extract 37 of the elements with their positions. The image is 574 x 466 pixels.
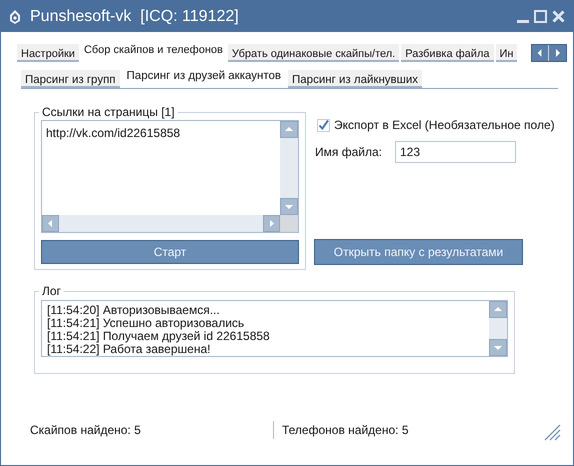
scroll-right-icon[interactable]: [549, 45, 566, 61]
maximize-icon[interactable]: [534, 10, 547, 23]
link-text: http://vk.com/id22615858: [45, 125, 182, 142]
log-line: [11:54:22] Работа завершена!: [47, 343, 212, 356]
log-line: [11:54:20] Авторизовываемся...: [47, 304, 221, 317]
group-title: Лог: [41, 283, 62, 300]
vertical-scrollbar[interactable]: [280, 121, 298, 215]
tab[interactable]: Парсинг из групп: [21, 70, 120, 88]
scroll-left-icon[interactable]: [532, 45, 549, 61]
resize-grip-icon[interactable]: [544, 424, 561, 441]
close-icon[interactable]: [552, 10, 565, 23]
window-title: Punshesoft-vk [ICQ: 119122]: [30, 6, 239, 26]
app-logo-icon: [7, 8, 23, 24]
group-title: Ссылки на страницы [1]: [41, 104, 176, 121]
status-text: Скайпов найдено: 5: [30, 422, 142, 438]
tab[interactable]: Убрать одинаковые скайпы/тел.: [228, 44, 400, 62]
scroll-up-icon[interactable]: [489, 301, 507, 318]
scrollbar-corner: [280, 214, 298, 232]
scroll-down-icon[interactable]: [280, 198, 298, 215]
tab[interactable]: Парсинг из лайкнувших: [288, 70, 422, 88]
scroll-up-icon[interactable]: [280, 121, 298, 138]
checkbox[interactable]: [317, 118, 330, 132]
links-text-area[interactable]: http://vk.com/id22615858: [41, 120, 299, 233]
vertical-scrollbar[interactable]: [489, 301, 507, 356]
scroll-right-icon[interactable]: [263, 214, 280, 232]
tab[interactable]: Настройки: [17, 44, 79, 62]
horizontal-scrollbar[interactable]: [42, 214, 280, 232]
log-line: [11:54:21] Получаем друзей id 22615858: [47, 330, 271, 343]
scroll-left-icon[interactable]: [42, 214, 59, 232]
checkbox-label: Экспорт в Excel (Необязательное поле): [334, 117, 555, 134]
tab[interactable]: Разбивка файла: [401, 44, 494, 62]
tab[interactable]: Ин: [496, 44, 518, 62]
log-line: [11:54:21] Успешно авторизовались: [47, 317, 246, 330]
status-text: Телефонов найдено: 5: [282, 422, 408, 438]
field-label: Имя файла:: [315, 144, 382, 161]
scroll-down-icon[interactable]: [489, 339, 507, 356]
file-name-field[interactable]: 123: [394, 141, 516, 163]
